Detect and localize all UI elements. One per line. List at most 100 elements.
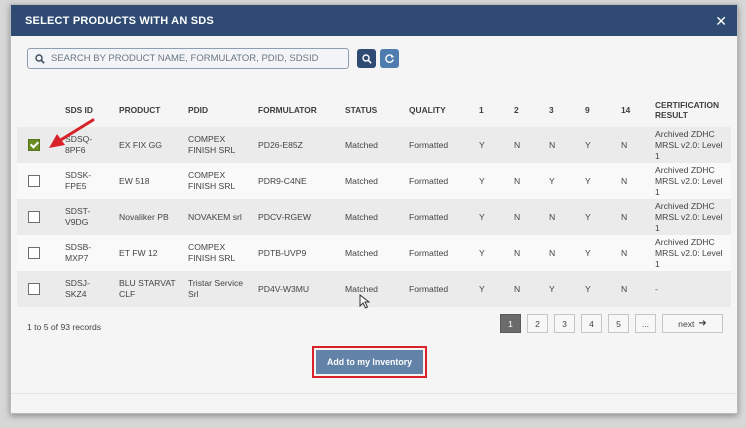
- cell-product: BLU STARVAT CLF: [119, 278, 176, 299]
- page-button-3[interactable]: 3: [554, 314, 575, 333]
- page-button-5[interactable]: 5: [608, 314, 629, 333]
- row-checkbox[interactable]: [28, 211, 40, 223]
- cell-3: Y: [549, 175, 555, 186]
- row-checkbox[interactable]: [28, 283, 40, 295]
- arrow-right-icon: ➜: [698, 318, 707, 329]
- records-count: 1 to 5 of 93 records: [27, 322, 102, 332]
- cell-quality: Formatted: [409, 175, 449, 186]
- cell-3: N: [549, 211, 556, 222]
- row-checkbox[interactable]: [28, 139, 40, 151]
- search-icon: [35, 53, 45, 64]
- cell-sds-id: SDSJ-SKZ4: [65, 278, 90, 299]
- cell-9: Y: [585, 247, 591, 258]
- table-row[interactable]: SDSK-FPE5 EW 518 COMPEX FINISH SRL PDR9-C4N…: [17, 163, 731, 199]
- cell-formulator: PDTB-UVP9: [258, 247, 307, 258]
- cell-9: Y: [585, 211, 591, 222]
- cell-product: EX FIX GG: [119, 139, 162, 150]
- cell-14: N: [621, 247, 628, 258]
- cell-1: Y: [479, 247, 485, 258]
- row-checkbox[interactable]: [28, 175, 40, 187]
- cell-14: N: [621, 175, 628, 186]
- cell-2: N: [514, 283, 521, 294]
- select-products-modal: SELECT PRODUCTS WITH AN SDS ✕ SEARCH BY …: [10, 4, 738, 414]
- cell-2: N: [514, 247, 521, 258]
- cell-pdid: Tristar Service Srl: [188, 278, 244, 299]
- cell-quality: Formatted: [409, 247, 449, 258]
- cell-2: N: [514, 211, 521, 222]
- cell-status: Matched: [345, 139, 378, 150]
- header-status[interactable]: STATUS: [341, 93, 405, 127]
- add-button-highlight: Add to my Inventory: [312, 346, 427, 378]
- table-row[interactable]: SDSJ-SKZ4 BLU STARVAT CLF Tristar Service …: [17, 271, 731, 307]
- cell-pdid: COMPEX FINISH SRL: [188, 134, 236, 155]
- cell-certification-result: Archived ZDHC MRSL v2.0: Level 1: [655, 128, 723, 161]
- row-checkbox[interactable]: [28, 247, 40, 259]
- cell-quality: Formatted: [409, 139, 449, 150]
- search-input[interactable]: [51, 53, 341, 64]
- cell-status: Matched: [345, 247, 378, 258]
- cell-certification-result: Archived ZDHC MRSL v2.0: Level 1: [655, 236, 723, 269]
- refresh-button[interactable]: [380, 49, 399, 68]
- cell-status: Matched: [345, 211, 378, 222]
- header-quality[interactable]: QUALITY: [405, 93, 475, 127]
- cell-2: N: [514, 139, 521, 150]
- header-product[interactable]: PRODUCT: [115, 93, 184, 127]
- next-label: next: [678, 318, 695, 329]
- cell-select: [17, 271, 61, 307]
- cell-status: Matched: [345, 283, 378, 294]
- cell-product: Novaliker PB: [119, 211, 169, 222]
- cell-certification-result: Archived ZDHC MRSL v2.0: Level 1: [655, 164, 723, 197]
- cell-9: Y: [585, 175, 591, 186]
- products-table: SDS ID PRODUCT PDID FORMULATOR STATUS QU…: [17, 93, 731, 307]
- cell-2: N: [514, 175, 521, 186]
- cell-14: N: [621, 211, 628, 222]
- cell-product: EW 518: [119, 175, 150, 186]
- red-arrow-annotation: [49, 118, 95, 148]
- cell-3: N: [549, 247, 556, 258]
- cell-3: Y: [549, 283, 555, 294]
- header-certification-result[interactable]: CERTIFICATION RESULT: [651, 93, 731, 127]
- header-9[interactable]: 9: [581, 93, 617, 127]
- cell-formulator: PDR9-C4NE: [258, 175, 307, 186]
- refresh-icon: [385, 54, 395, 63]
- header-14[interactable]: 14: [617, 93, 651, 127]
- page-button-1[interactable]: 1: [500, 314, 521, 333]
- cell-1: Y: [479, 139, 485, 150]
- cell-product: ET FW 12: [119, 247, 158, 258]
- mouse-cursor-icon: [359, 294, 370, 309]
- table-row[interactable]: SDSB-MXP7 ET FW 12 COMPEX FINISH SRL PDTB-U…: [17, 235, 731, 271]
- close-icon[interactable]: ✕: [715, 14, 727, 28]
- header-2[interactable]: 2: [510, 93, 545, 127]
- page-button-4[interactable]: 4: [581, 314, 602, 333]
- header-3[interactable]: 3: [545, 93, 581, 127]
- search-row: [27, 48, 399, 69]
- cell-1: Y: [479, 283, 485, 294]
- modal-header: SELECT PRODUCTS WITH AN SDS ✕: [11, 5, 737, 36]
- cell-status: Matched: [345, 175, 378, 186]
- cell-select: [17, 163, 61, 199]
- cell-pdid: COMPEX FINISH SRL: [188, 242, 236, 263]
- header-1[interactable]: 1: [475, 93, 510, 127]
- next-page-button[interactable]: next ➜: [662, 314, 723, 333]
- table-row[interactable]: SDST-V9DG Novaliker PB NOVAKEM srl PDCV-RGE…: [17, 199, 731, 235]
- table-body: SDSQ-8PF6 EX FIX GG COMPEX FINISH SRL PD26-…: [17, 127, 731, 307]
- cell-1: Y: [479, 175, 485, 186]
- cell-sds-id: SDSK-FPE5: [65, 170, 92, 191]
- header-formulator[interactable]: FORMULATOR: [254, 93, 341, 127]
- cell-sds-id: SDST-V9DG: [65, 206, 91, 227]
- pagination: 1 2 3 4 5 ... next ➜: [500, 314, 723, 333]
- add-to-inventory-button[interactable]: Add to my Inventory: [316, 350, 423, 374]
- cell-14: N: [621, 283, 628, 294]
- cell-1: Y: [479, 211, 485, 222]
- search-box[interactable]: [27, 48, 349, 69]
- cell-pdid: COMPEX FINISH SRL: [188, 170, 236, 191]
- search-button[interactable]: [357, 49, 376, 68]
- cell-3: N: [549, 139, 556, 150]
- page-ellipsis: ...: [635, 314, 656, 333]
- table-row[interactable]: SDSQ-8PF6 EX FIX GG COMPEX FINISH SRL PD26-…: [17, 127, 731, 163]
- cell-quality: Formatted: [409, 283, 449, 294]
- page-button-2[interactable]: 2: [527, 314, 548, 333]
- search-icon: [361, 53, 372, 64]
- cell-formulator: PD26-E85Z: [258, 139, 303, 150]
- header-pdid[interactable]: PDID: [184, 93, 254, 127]
